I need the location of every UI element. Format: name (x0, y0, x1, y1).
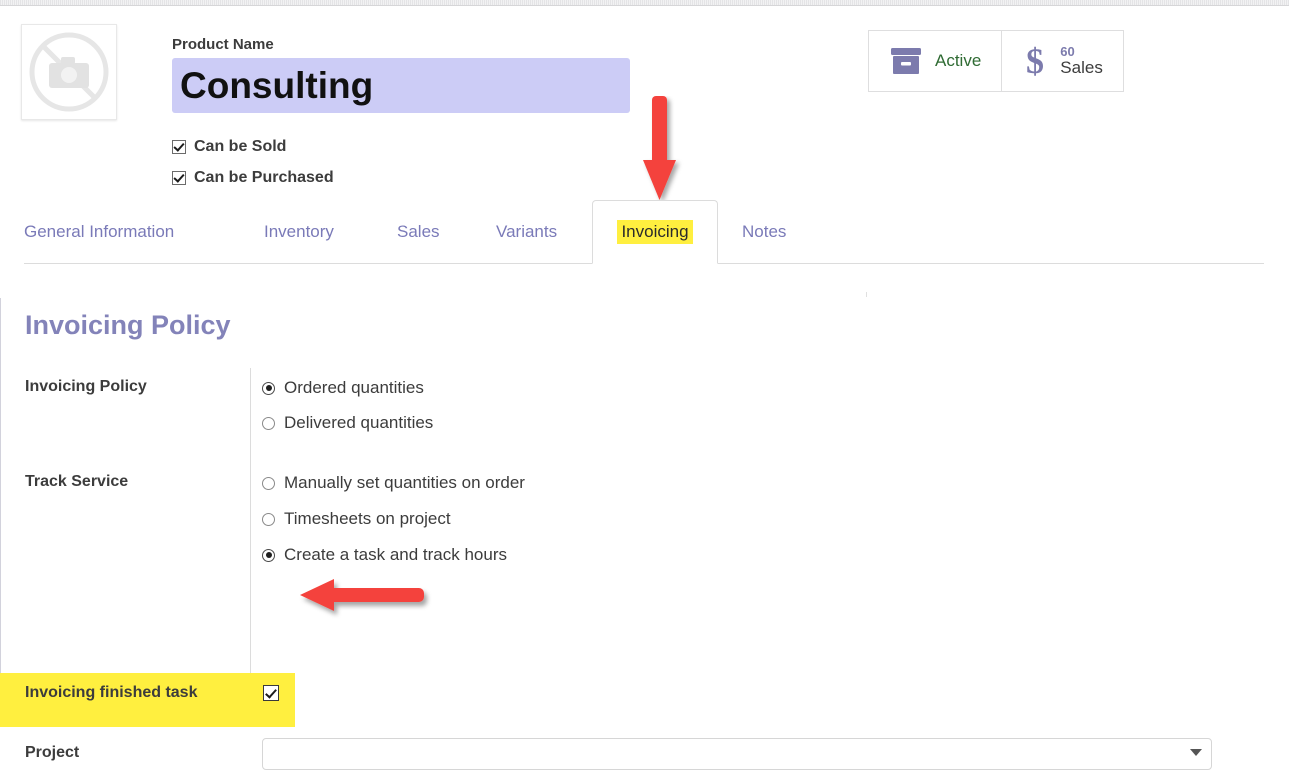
stat-button-active-label: Active (935, 51, 982, 70)
radio-timesheets-on-project-circle[interactable] (262, 512, 275, 526)
svg-text:$: $ (1026, 42, 1044, 80)
project-select-input[interactable] (262, 738, 1212, 770)
tab-invoicing-label: Invoicing (617, 220, 693, 244)
can-be-purchased-label: Can be Purchased (194, 169, 334, 186)
page-title: Invoicing Policy (25, 310, 231, 340)
stat-button-sales-text: 60 Sales (1060, 45, 1103, 76)
product-name-label: Product Name (172, 36, 274, 53)
tab-variants[interactable]: Variants (496, 222, 557, 242)
product-name-input[interactable] (172, 58, 630, 113)
tab-invoicing[interactable]: Invoicing (592, 200, 718, 264)
panel-tick-mark (866, 292, 867, 297)
radio-timesheets-on-project-label: Timesheets on project (284, 509, 451, 528)
archive-box-icon (889, 46, 923, 76)
project-label: Project (25, 744, 80, 761)
invoicing-tab-panel: Invoicing Policy Invoicing Policy Ordere… (0, 268, 1289, 770)
tab-inventory[interactable]: Inventory (264, 222, 334, 242)
tab-inventory-label: Inventory (264, 222, 334, 241)
tab-variants-label: Variants (496, 222, 558, 241)
can-be-sold-label: Can be Sold (194, 138, 287, 155)
product-header: Product Name Can be Sold Can be Purchase… (0, 6, 1289, 200)
radio-manually-set-quantities-label: Manually set quantities on order (284, 473, 525, 492)
stat-button-sales[interactable]: $ 60 Sales (1001, 31, 1123, 91)
tab-general-information-label: General Information (24, 222, 175, 241)
radio-manually-set-quantities-circle[interactable] (262, 476, 275, 490)
stat-button-group: Active $ 60 Sales (868, 30, 1124, 92)
radio-ordered-quantities-label: Ordered quantities (284, 378, 424, 397)
radio-delivered-quantities[interactable]: Delivered quantities (262, 413, 433, 433)
product-image-placeholder[interactable] (21, 24, 117, 120)
radio-delivered-quantities-circle[interactable] (262, 416, 275, 430)
radio-ordered-quantities[interactable]: Ordered quantities (262, 378, 424, 398)
stat-button-sales-label: Sales (1060, 57, 1103, 77)
can-be-sold-checkbox[interactable] (172, 140, 186, 154)
radio-timesheets-on-project[interactable]: Timesheets on project (262, 509, 451, 529)
tab-notes-label: Notes (742, 222, 787, 241)
tab-sales[interactable]: Sales (397, 222, 440, 242)
radio-create-task-track-hours-circle[interactable] (262, 548, 275, 562)
stat-button-sales-count: 60 (1060, 44, 1075, 60)
radio-delivered-quantities-label: Delivered quantities (284, 413, 434, 432)
can-be-sold-row[interactable]: Can be Sold (172, 138, 286, 156)
panel-left-border (0, 298, 1, 694)
form-column-divider (250, 368, 251, 694)
no-image-camera-icon (29, 32, 109, 112)
invoicing-finished-task-label: Invoicing finished task (25, 684, 198, 701)
stat-button-active[interactable]: Active (869, 31, 1001, 91)
can-be-purchased-row[interactable]: Can be Purchased (172, 169, 334, 187)
tab-sales-label: Sales (397, 222, 440, 241)
dollar-sign-icon: $ (1022, 42, 1048, 80)
tab-notes[interactable]: Notes (742, 222, 786, 242)
track-service-label: Track Service (25, 473, 129, 490)
notebook-tabs: General Information Inventory Sales Vari… (0, 200, 1289, 268)
product-name-block: Product Name (172, 36, 642, 113)
invoicing-finished-task-checkbox[interactable] (263, 685, 279, 701)
radio-create-task-track-hours[interactable]: Create a task and track hours (262, 545, 507, 565)
invoicing-policy-label: Invoicing Policy (25, 378, 147, 395)
radio-create-task-track-hours-label: Create a task and track hours (284, 545, 508, 564)
radio-manually-set-quantities[interactable]: Manually set quantities on order (262, 473, 525, 493)
tab-general-information[interactable]: General Information (24, 222, 174, 242)
can-be-purchased-checkbox[interactable] (172, 171, 186, 185)
radio-ordered-quantities-circle[interactable] (262, 381, 275, 395)
